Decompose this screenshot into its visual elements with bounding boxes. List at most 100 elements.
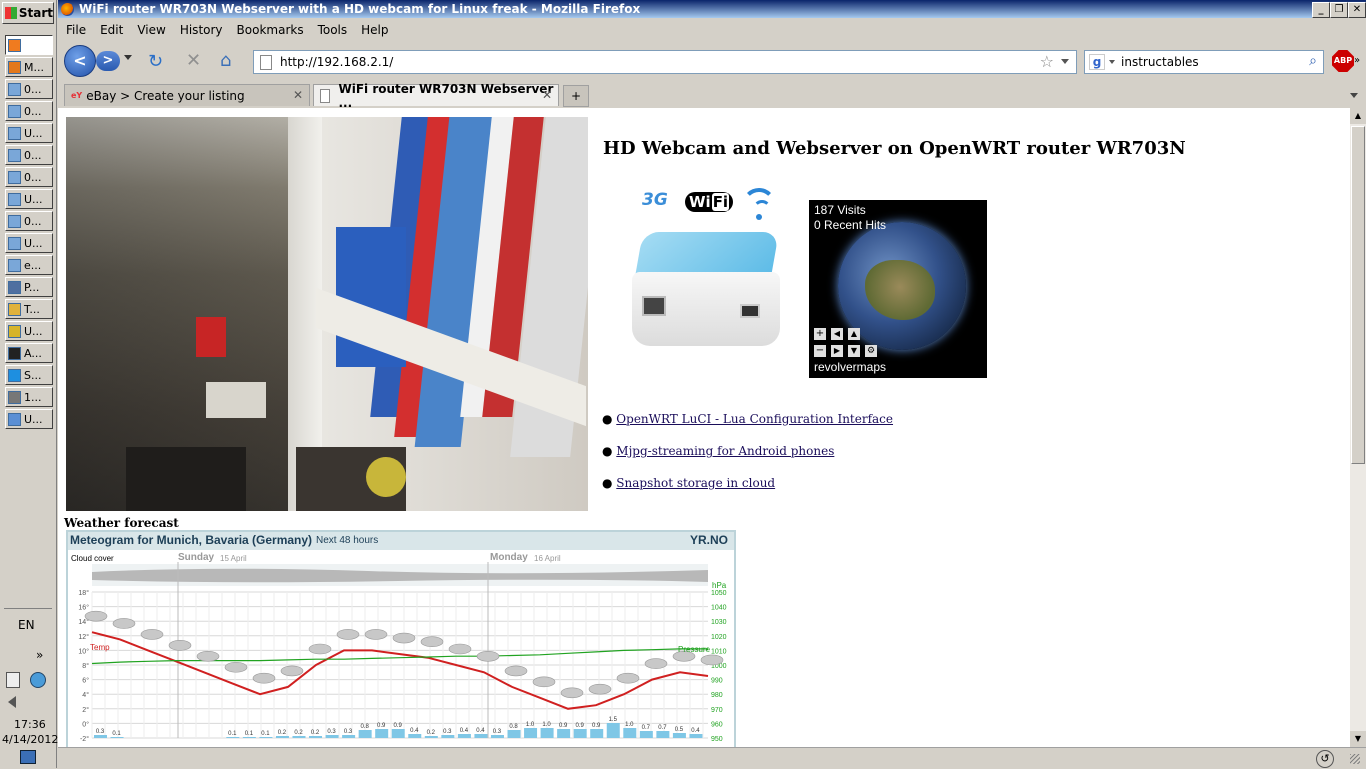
router-image: 3G Wi Fi (618, 186, 788, 356)
scroll-up-icon[interactable]: ▲ (1350, 108, 1366, 124)
menu-tools[interactable]: Tools (318, 23, 348, 37)
taskbar-item[interactable]: 0... (5, 145, 53, 165)
tray-clipboard-icon[interactable] (6, 672, 20, 688)
menu-bookmarks[interactable]: Bookmarks (237, 23, 304, 37)
taskbar-item[interactable]: 0... (5, 101, 53, 121)
taskbar-item-label: T... (24, 302, 40, 316)
taskbar-item[interactable]: M... (5, 57, 53, 77)
tray-network-icon[interactable] (30, 672, 46, 688)
taskbar-app-icon (8, 170, 21, 184)
menu-edit[interactable]: Edit (100, 23, 123, 37)
vertical-scrollbar[interactable]: ▲ ▼ (1350, 108, 1366, 747)
taskbar-item[interactable]: 0... (5, 167, 53, 187)
cloud-icon (336, 629, 360, 640)
status-refresh-icon[interactable]: ↺ (1316, 750, 1334, 768)
rotate-down-icon[interactable]: ▼ (848, 345, 860, 357)
precipitation-label: 1.0 (526, 722, 535, 728)
precipitation-bar (226, 737, 240, 738)
tray-expand-button[interactable]: » (36, 648, 43, 662)
show-desktop-icon[interactable] (20, 750, 36, 764)
toolbar-overflow-icon[interactable]: » (1354, 55, 1360, 66)
cloud-icon (84, 610, 108, 622)
back-button[interactable]: < (64, 45, 96, 77)
url-bar[interactable]: http://192.168.2.1/ ☆ (253, 50, 1077, 74)
tab-close-icon[interactable]: ✕ (293, 88, 303, 102)
taskbar-item[interactable]: U... (5, 321, 53, 341)
taskbar-item[interactable]: P... (5, 277, 53, 297)
google-icon[interactable]: g (1089, 54, 1105, 70)
taskbar-item[interactable]: U... (5, 409, 53, 429)
cloud-icon (140, 629, 164, 640)
visitor-globe-widget[interactable]: 187 Visits 0 Recent Hits + ◀ ▲ − ▶ ▼ ⚙ r… (809, 200, 987, 378)
taskbar-item[interactable]: S... (5, 365, 53, 385)
taskbar-app-icon (8, 192, 21, 206)
cloud-icon (504, 665, 528, 677)
cloud-icon (616, 672, 640, 684)
new-tab-button[interactable]: + (563, 85, 589, 107)
home-icon[interactable]: ⌂ (220, 50, 231, 71)
precipitation-bar (606, 723, 620, 738)
precipitation-bar (540, 728, 554, 738)
minimize-button[interactable]: _ (1312, 2, 1330, 18)
tray-volume-icon[interactable] (8, 696, 16, 708)
precipitation-bar (689, 734, 703, 738)
search-icon[interactable]: ⌕ (1309, 53, 1317, 69)
navigation-toolbar: < > ↻ ✕ ⌂ http://192.168.2.1/ ☆ g instru… (58, 41, 1366, 81)
taskbar-item-label: 1... (24, 390, 42, 404)
mjpg-streaming-link[interactable]: Mjpg-streaming for Android phones (616, 444, 834, 458)
language-indicator[interactable]: EN (18, 618, 35, 632)
search-bar[interactable]: g instructables ⌕ (1084, 50, 1324, 74)
maximize-button[interactable]: ❐ (1330, 2, 1348, 18)
menu-file[interactable]: File (66, 23, 86, 37)
history-dropdown-icon[interactable] (124, 55, 132, 60)
precipitation-label: 0.1 (228, 731, 237, 737)
reload-icon[interactable]: ↻ (148, 51, 163, 72)
scroll-down-icon[interactable]: ▼ (1350, 731, 1366, 747)
adblock-plus-icon[interactable]: ABP (1332, 50, 1354, 72)
all-tabs-dropdown-icon[interactable] (1350, 93, 1358, 98)
rotate-right-icon[interactable]: ▶ (831, 345, 843, 357)
menu-help[interactable]: Help (361, 23, 388, 37)
stop-icon[interactable]: ✕ (186, 50, 201, 71)
tab-ebay[interactable]: eY eBay > Create your listing ✕ (64, 84, 310, 106)
bookmark-star-icon[interactable]: ☆ (1040, 52, 1054, 71)
taskbar-item[interactable]: A... (5, 343, 53, 363)
close-window-button[interactable]: ✕ (1348, 2, 1366, 18)
url-dropdown-icon[interactable] (1061, 59, 1069, 64)
search-engine-dropdown-icon[interactable] (1109, 60, 1115, 64)
taskbar-item[interactable]: 0... (5, 211, 53, 231)
clock-date[interactable]: 4/14/2012 (2, 733, 58, 746)
precipitation-label: 0.3 (493, 729, 502, 735)
taskbar-item[interactable]: U... (5, 123, 53, 143)
zoom-in-icon[interactable]: + (814, 328, 826, 340)
temp-tick-label: 0° (82, 720, 89, 728)
precipitation-bar (507, 730, 521, 738)
taskbar-item[interactable]: T... (5, 299, 53, 319)
globe-settings-icon[interactable]: ⚙ (865, 345, 877, 357)
clock-time[interactable]: 17:36 (14, 718, 46, 731)
zoom-out-icon[interactable]: − (814, 345, 826, 357)
menu-history[interactable]: History (180, 23, 223, 37)
rotate-left-icon[interactable]: ◀ (831, 328, 843, 340)
luci-link[interactable]: OpenWRT LuCI - Lua Configuration Interfa… (616, 412, 893, 426)
tab-close-icon[interactable]: ✕ (542, 88, 552, 102)
start-button[interactable]: Start (2, 2, 54, 24)
taskbar-item[interactable]: U... (5, 233, 53, 253)
resize-grip-icon[interactable] (1350, 754, 1360, 764)
taskbar-item[interactable]: 1... (5, 387, 53, 407)
menu-view[interactable]: View (137, 23, 165, 37)
taskbar-item[interactable]: e... (5, 255, 53, 275)
link-list: ● OpenWRT LuCI - Lua Configuration Inter… (602, 412, 893, 508)
yr-logo[interactable]: YR.NO (690, 533, 728, 547)
tab-webserver[interactable]: WiFi router WR703N Webserver ... ✕ (313, 82, 559, 110)
rotate-up-icon[interactable]: ▲ (848, 328, 860, 340)
taskbar-item[interactable]: U... (5, 189, 53, 209)
precipitation-bar (309, 736, 323, 738)
scroll-thumb[interactable] (1351, 126, 1365, 464)
precipitation-bar (457, 734, 471, 738)
taskbar-item[interactable]: 0... (5, 79, 53, 99)
taskbar-item[interactable] (5, 35, 53, 55)
cloud-icon (112, 618, 136, 629)
forward-button[interactable]: > (96, 51, 120, 71)
snapshot-storage-link[interactable]: Snapshot storage in cloud (616, 476, 775, 490)
